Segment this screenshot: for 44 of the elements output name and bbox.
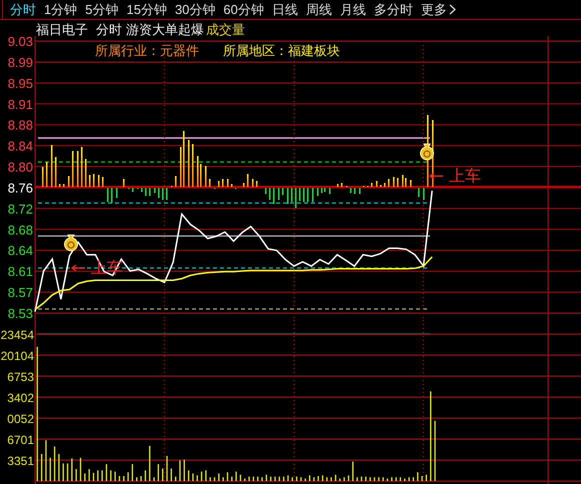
stock-name: 福日电子 xyxy=(36,21,88,40)
volume-axis-label: 0052 xyxy=(7,412,34,426)
price-axis-label: 9.03 xyxy=(8,34,33,49)
price-axis-label: 8.53 xyxy=(8,306,33,321)
arrow-icon xyxy=(429,172,444,180)
period-tab[interactable]: 5分钟 xyxy=(81,0,122,20)
chevron-right-icon xyxy=(448,4,456,15)
period-tab[interactable]: 月线 xyxy=(336,0,370,20)
period-tab[interactable]: 分时 xyxy=(6,0,40,20)
period-tab[interactable]: 15分钟 xyxy=(122,0,171,20)
price-axis-label: 8.91 xyxy=(8,96,33,112)
volume-axis-label: 6701 xyxy=(7,433,34,447)
volume-axis-label: 3402 xyxy=(7,391,34,405)
price-axis-label: 8.99 xyxy=(8,54,33,70)
period-tab[interactable]: 周线 xyxy=(302,0,336,20)
money-bag-icon xyxy=(420,144,434,160)
period-tab[interactable]: 日线 xyxy=(268,0,302,20)
period-tab[interactable]: 多分时 xyxy=(370,0,417,20)
volume-axis-label: 20104 xyxy=(0,349,34,363)
price-axis-label: 8.88 xyxy=(8,118,33,133)
more-button[interactable]: 更多 xyxy=(416,0,460,20)
volume-indicator-label: 成交量 xyxy=(206,21,245,40)
price-axis-label: 8.57 xyxy=(8,285,33,300)
signal-label: 上车 xyxy=(449,168,481,185)
indicator-name: 游资大单起爆 xyxy=(126,21,204,40)
period-tab[interactable]: 60分钟 xyxy=(219,0,268,20)
industry-text: 所属行业：元器件 xyxy=(95,42,199,60)
volume-axis-label: 3351 xyxy=(7,454,34,468)
period-label: 分时 xyxy=(96,21,122,40)
region-text: 所属地区：福建板块 xyxy=(223,42,340,60)
price-axis-label: 8.95 xyxy=(8,76,33,91)
price-axis-label: 8.61 xyxy=(8,264,33,280)
price-axis-label: 8.68 xyxy=(8,222,33,238)
price-axis-label: 8.84 xyxy=(8,138,33,154)
period-tab[interactable]: 1分钟 xyxy=(40,0,82,20)
price-axis-label: 8.64 xyxy=(8,243,33,258)
price-axis-label: 8.80 xyxy=(8,160,33,175)
arrow-icon xyxy=(71,264,86,272)
price-axis-label: 8.72 xyxy=(8,201,33,216)
volume-axis-label: 23454 xyxy=(0,328,34,342)
period-tab[interactable]: 30分钟 xyxy=(170,0,220,20)
volume-axis-label: 6753 xyxy=(7,370,34,384)
money-bag-icon xyxy=(64,234,78,252)
price-axis-label: 8.76 xyxy=(8,180,33,196)
